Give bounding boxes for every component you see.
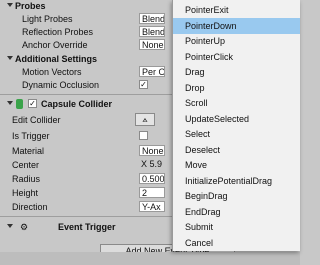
anchor-override-label: Anchor Override [22,40,88,50]
probes-title: Probes [15,1,46,11]
edit-collider-label: Edit Collider [12,115,61,125]
fold-arrow-icon[interactable] [7,224,13,228]
menu-item-pointer-click[interactable]: PointerClick [173,49,300,65]
capsule-collider-title: Capsule Collider [41,99,113,109]
fold-arrow-icon[interactable] [7,101,13,105]
is-trigger-label: Is Trigger [12,131,50,141]
direction-label: Direction [12,202,48,212]
anchor-override-field[interactable]: None [139,39,165,50]
radius-label: Radius [12,174,41,184]
dynamic-occlusion-checkbox[interactable]: ✓ [139,80,148,89]
menu-item-drop[interactable]: Drop [173,80,300,96]
bottom-bar [0,252,300,265]
edit-collider-icon: ⟑ [142,114,148,124]
menu-item-end-drag[interactable]: EndDrag [173,204,300,220]
reflection-probes-dropdown[interactable]: Blend [139,26,165,37]
reflection-probes-label: Reflection Probes [22,27,94,37]
direction-dropdown[interactable]: Y-Ax [139,201,165,212]
center-label: Center [12,160,40,170]
fold-arrow-icon[interactable] [7,3,13,7]
menu-item-move[interactable]: Move [173,157,300,173]
is-trigger-checkbox[interactable] [139,131,148,140]
dynamic-occlusion-label: Dynamic Occlusion [22,80,100,90]
menu-item-update-selected[interactable]: UpdateSelected [173,111,300,127]
menu-item-submit[interactable]: Submit [173,219,300,235]
menu-item-pointer-exit[interactable]: PointerExit [173,2,300,18]
capsule-collider-enabled-checkbox[interactable]: ✓ [28,99,37,108]
material-label: Material [12,146,45,156]
material-field[interactable]: None [139,145,165,156]
height-field[interactable]: 2 [139,187,165,198]
menu-item-initialize-potential-drag[interactable]: InitializePotentialDrag [173,173,300,189]
menu-item-pointer-down[interactable]: PointerDown [173,17,300,34]
event-type-dropdown-menu: PointerExit PointerDown PointerUp PointerCl… [172,0,300,251]
menu-item-pointer-up[interactable]: PointerUp [173,33,300,49]
menu-item-begin-drag[interactable]: BeginDrag [173,188,300,204]
motion-vectors-dropdown[interactable]: Per O [139,66,165,77]
menu-item-cancel[interactable]: Cancel [173,235,300,251]
additional-settings-title: Additional Settings [15,54,97,64]
menu-item-drag[interactable]: Drag [173,64,300,80]
light-probes-dropdown[interactable]: Blend [139,13,165,24]
motion-vectors-label: Motion Vectors [22,67,82,77]
capsule-collider-icon [16,99,23,109]
edit-collider-button[interactable]: ⟑ [135,113,155,126]
menu-item-deselect[interactable]: Deselect [173,142,300,158]
height-label: Height [12,188,39,198]
center-x-field[interactable]: X 5.9 [139,159,165,170]
menu-item-select[interactable]: Select [173,126,300,142]
event-trigger-title: Event Trigger [58,222,116,232]
menu-item-scroll[interactable]: Scroll [173,95,300,111]
radius-field[interactable]: 0.500 [139,173,165,184]
light-probes-label: Light Probes [22,14,73,24]
fold-arrow-icon[interactable] [7,56,13,60]
event-trigger-icon: ⚙ [20,222,29,232]
